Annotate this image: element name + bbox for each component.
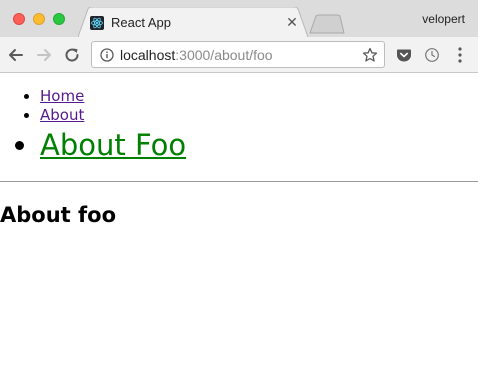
reload-icon[interactable] xyxy=(63,46,81,64)
divider xyxy=(0,181,478,182)
page-heading: About foo xyxy=(0,203,117,227)
url-text[interactable]: localhost:3000/about/foo xyxy=(120,47,273,63)
info-icon[interactable] xyxy=(100,48,114,62)
nav-item-about-foo: About Foo xyxy=(40,127,186,163)
kebab-menu-icon[interactable] xyxy=(455,46,465,64)
maximize-window-button[interactable] xyxy=(53,13,65,25)
url-host: localhost xyxy=(120,47,176,63)
browser-toolbar: localhost:3000/about/foo xyxy=(0,37,478,73)
about-link[interactable]: About xyxy=(40,106,84,124)
new-tab-button[interactable] xyxy=(309,14,345,34)
close-icon[interactable]: ✕ xyxy=(285,15,299,29)
pocket-icon[interactable] xyxy=(396,47,412,63)
back-arrow-icon[interactable] xyxy=(7,46,25,64)
nav-item-home: Home xyxy=(40,87,186,106)
home-link[interactable]: Home xyxy=(40,87,84,105)
react-logo-icon xyxy=(90,16,104,30)
nav-item-about: About xyxy=(40,106,186,125)
forward-arrow-icon[interactable] xyxy=(35,46,53,64)
about-foo-link[interactable]: About Foo xyxy=(40,128,186,162)
tab-title: React App xyxy=(111,15,171,30)
star-icon[interactable] xyxy=(362,47,378,63)
page-content: Home About About Foo About foo xyxy=(0,73,478,375)
nav-list: Home About About Foo xyxy=(0,87,186,163)
browser-tab-active[interactable]: React App ✕ xyxy=(78,7,308,37)
close-window-button[interactable] xyxy=(13,13,25,25)
browser-titlebar: React App ✕ velopert xyxy=(0,0,478,37)
url-path: :3000/about/foo xyxy=(175,47,273,63)
profile-name[interactable]: velopert xyxy=(422,12,465,26)
clock-icon[interactable] xyxy=(424,47,440,63)
minimize-window-button[interactable] xyxy=(33,13,45,25)
address-bar[interactable]: localhost:3000/about/foo xyxy=(91,41,385,68)
